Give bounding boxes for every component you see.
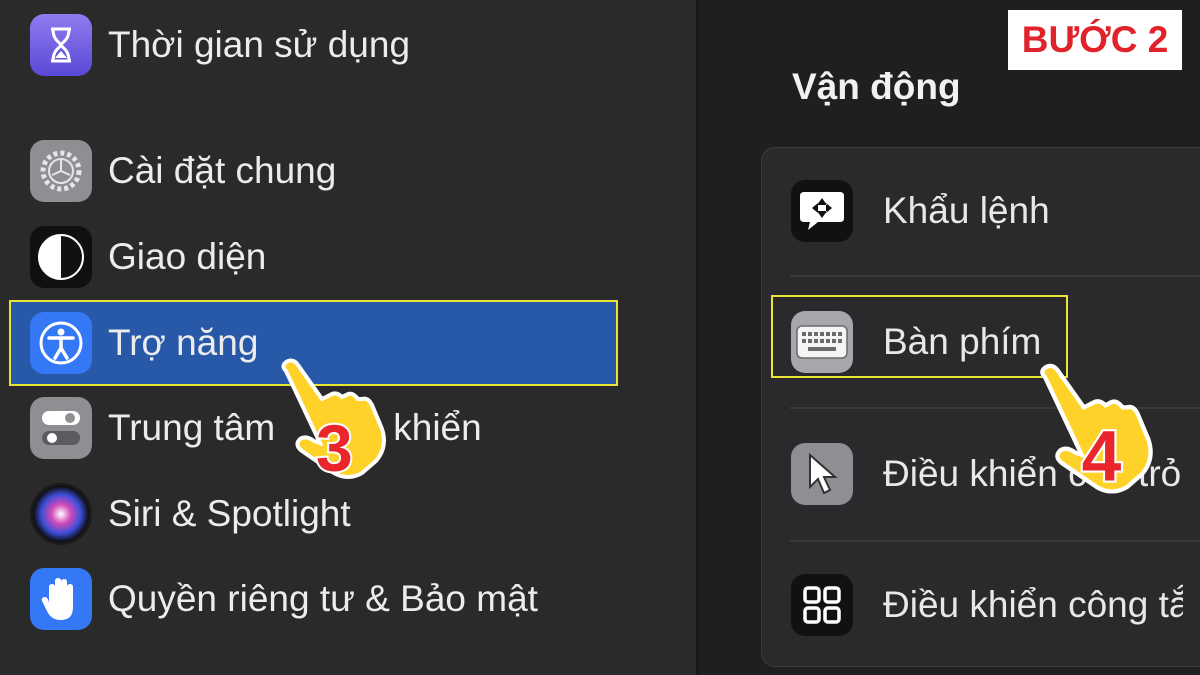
sidebar-item-label: Quyền riêng tư & Bảo mật: [108, 578, 538, 619]
row-divider: [790, 540, 1200, 542]
content-item-voice-control[interactable]: Khẩu lệnh: [791, 180, 1050, 242]
appearance-icon: [30, 226, 92, 288]
keyboard-highlight-box: [771, 295, 1068, 378]
voice-control-icon: [791, 180, 853, 242]
accessibility-icon: [30, 312, 92, 374]
siri-icon: [30, 483, 92, 545]
sidebar-item-screen-time[interactable]: Thời gian sử dụng: [30, 14, 410, 76]
sidebar-item-privacy[interactable]: Quyền riêng tư & Bảo mật: [30, 568, 538, 630]
content-item-switch-control[interactable]: Điều khiển công tắc: [791, 574, 1183, 636]
hand-icon: [30, 568, 92, 630]
sidebar-item-label: Siri & Spotlight: [108, 493, 351, 534]
step-number-3: 3: [316, 411, 353, 485]
sidebar-item-label-tail: khiển: [393, 407, 482, 448]
content-item-label: Điều khiển công tắc: [883, 584, 1183, 625]
step-badge-label: BƯỚC 2: [1021, 19, 1169, 60]
sidebar-item-appearance[interactable]: Giao diện: [30, 226, 266, 288]
content-item-label: Khẩu lệnh: [883, 190, 1050, 231]
sidebar-item-label: Trợ năng: [108, 322, 259, 363]
step-number-4: 4: [1082, 418, 1122, 497]
hourglass-icon: [30, 14, 92, 76]
sidebar-item-label: Trung tâm: [108, 407, 276, 448]
gear-icon: [30, 140, 92, 202]
control-center-icon: [30, 397, 92, 459]
sidebar-item-label: Giao diện: [108, 236, 267, 277]
switch-control-icon: [791, 574, 853, 636]
pointer-icon: [791, 443, 853, 505]
section-title: Vận động: [792, 66, 961, 107]
sidebar-item-control-center[interactable]: Trung tâm khiển: [30, 397, 482, 459]
sidebar-item-general[interactable]: Cài đặt chung: [30, 140, 336, 202]
row-divider: [790, 275, 1200, 277]
pointer-hand-3: 3: [281, 358, 386, 485]
pointer-hand-4: 4: [1040, 363, 1153, 499]
sidebar-item-accessibility[interactable]: Trợ năng: [30, 312, 258, 374]
sidebar-item-label: Thời gian sử dụng: [108, 24, 411, 65]
sidebar-item-siri[interactable]: Siri & Spotlight: [30, 483, 351, 545]
sidebar-item-label: Cài đặt chung: [108, 150, 337, 191]
step-badge: BƯỚC 2: [1008, 10, 1182, 70]
